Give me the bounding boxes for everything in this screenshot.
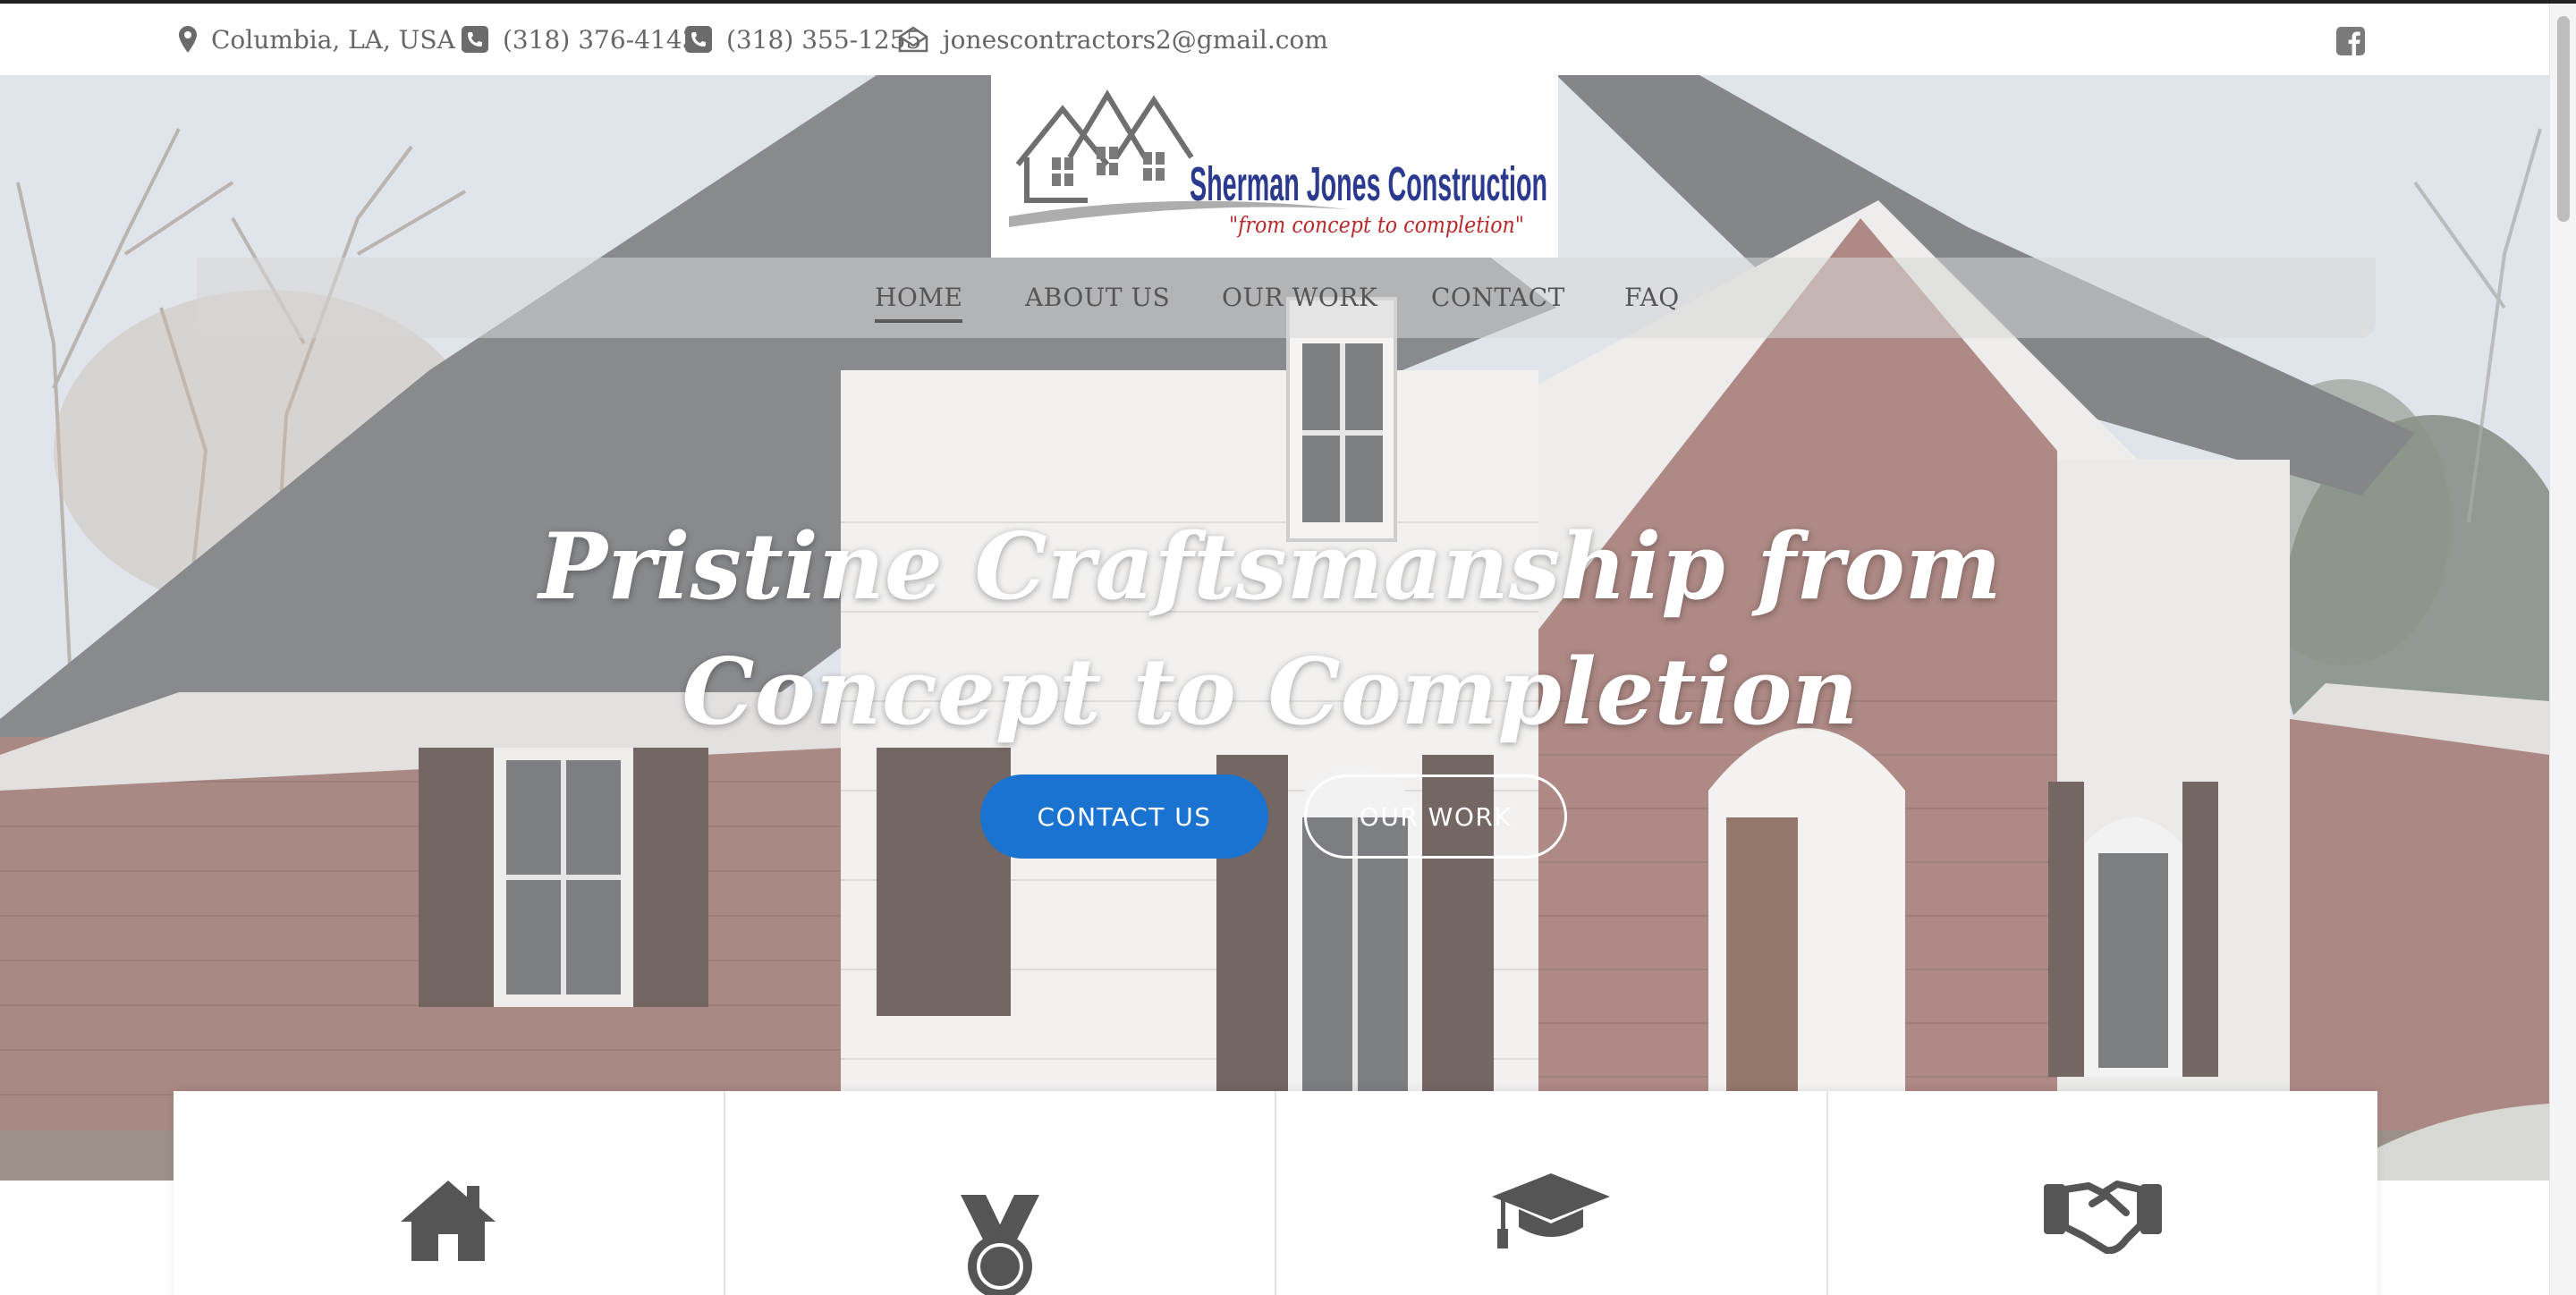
medal-icon	[960, 1195, 1039, 1295]
contact-us-button[interactable]: CONTACT US	[980, 774, 1268, 859]
logo-tagline: "from concept to completion"	[1229, 212, 1524, 238]
vertical-scrollbar[interactable]	[2549, 4, 2576, 1295]
phone-icon	[462, 26, 488, 53]
feature-card-home	[174, 1091, 725, 1295]
company-logo[interactable]: Sherman Jones Construction "from concept…	[991, 75, 1558, 258]
location-item: Columbia, LA, USA	[179, 21, 455, 57]
facebook-icon[interactable]	[2336, 27, 2365, 55]
hero-headline-line-1: Pristine Craftsmanship from	[538, 513, 2002, 621]
nav-item-about-us[interactable]: ABOUT US	[1025, 283, 1170, 319]
email-text[interactable]: jonescontractors2@gmail.com	[943, 25, 1328, 55]
logo-image: Sherman Jones Construction "from concept…	[1009, 89, 1547, 238]
page: Columbia, LA, USA (318) 376-4143 (318) 3…	[0, 0, 2576, 1295]
graduation-cap-icon	[1492, 1173, 1611, 1248]
nav-item-home[interactable]: HOME	[875, 283, 963, 323]
scrollbar-thumb[interactable]	[2557, 16, 2570, 222]
our-work-button[interactable]: OUR WORK	[1304, 774, 1567, 859]
phone-text-2[interactable]: (318) 355-1255	[726, 25, 921, 55]
phone-item-2[interactable]: (318) 355-1255	[685, 21, 921, 57]
feature-cards	[174, 1091, 2377, 1295]
location-text: Columbia, LA, USA	[211, 24, 455, 55]
nav-item-our-work[interactable]: OUR WORK	[1222, 283, 1377, 319]
phone-icon	[685, 26, 712, 53]
email-item[interactable]: jonescontractors2@gmail.com	[898, 21, 1328, 57]
feature-card-partnership	[1828, 1091, 2378, 1295]
nav-item-contact[interactable]: CONTACT	[1431, 283, 1565, 319]
phone-text-1[interactable]: (318) 376-4143	[503, 25, 698, 55]
top-contact-bar: Columbia, LA, USA (318) 376-4143 (318) 3…	[0, 4, 2549, 75]
map-pin-icon	[179, 26, 197, 53]
handshake-icon	[2043, 1181, 2162, 1254]
phone-item-1[interactable]: (318) 376-4143	[462, 21, 698, 57]
hero-headline: Pristine Craftsmanship from Concept to C…	[537, 504, 2004, 755]
main-nav: HOME ABOUT US OUR WORK CONTACT FAQ	[197, 258, 2376, 338]
feature-card-education	[1276, 1091, 1828, 1295]
logo-company-name: Sherman Jones Construction	[1190, 157, 1547, 211]
feature-card-award	[725, 1091, 1276, 1295]
envelope-icon	[898, 26, 928, 53]
hero-headline-line-2: Concept to Completion	[682, 639, 1859, 746]
nav-item-faq[interactable]: FAQ	[1624, 283, 1680, 319]
home-icon	[401, 1181, 496, 1261]
